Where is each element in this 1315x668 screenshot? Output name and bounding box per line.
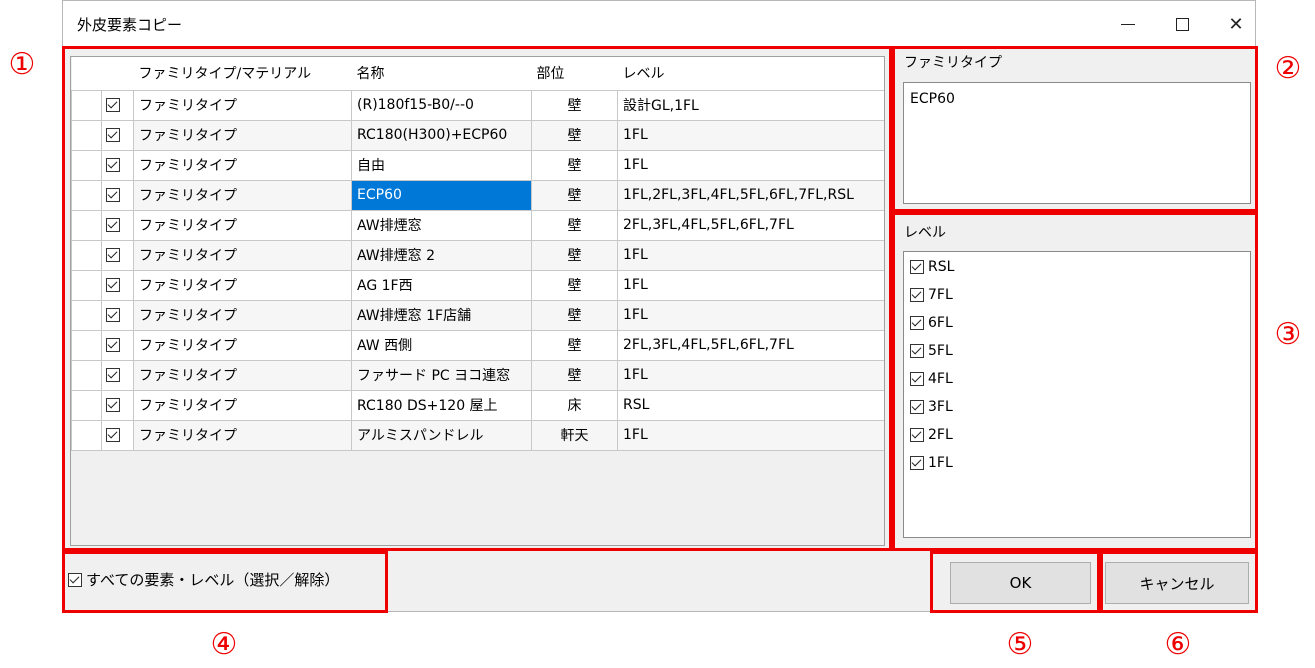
annotation-number-1: ① bbox=[8, 46, 36, 82]
annotation-box-5 bbox=[930, 551, 1100, 613]
close-icon: ✕ bbox=[1228, 13, 1244, 35]
annotation-number-3: ③ bbox=[1274, 316, 1302, 352]
annotation-number-5: ⑤ bbox=[1006, 626, 1034, 662]
title-bar[interactable]: 外皮要素コピー ✕ bbox=[63, 1, 1255, 47]
annotation-box-1 bbox=[62, 46, 892, 551]
minimize-button[interactable] bbox=[1099, 1, 1157, 47]
annotation-number-4: ④ bbox=[210, 626, 238, 662]
close-button[interactable]: ✕ bbox=[1207, 1, 1265, 47]
annotation-box-6 bbox=[1100, 551, 1258, 613]
annotation-box-3 bbox=[892, 212, 1258, 551]
annotation-box-2 bbox=[892, 46, 1258, 212]
minimize-icon bbox=[1121, 23, 1135, 25]
maximize-icon bbox=[1175, 17, 1189, 31]
annotation-number-2: ② bbox=[1274, 50, 1302, 86]
annotation-number-6: ⑥ bbox=[1164, 626, 1192, 662]
maximize-button[interactable] bbox=[1153, 1, 1211, 47]
window-title: 外皮要素コピー bbox=[77, 16, 183, 34]
annotation-box-4 bbox=[62, 551, 388, 613]
